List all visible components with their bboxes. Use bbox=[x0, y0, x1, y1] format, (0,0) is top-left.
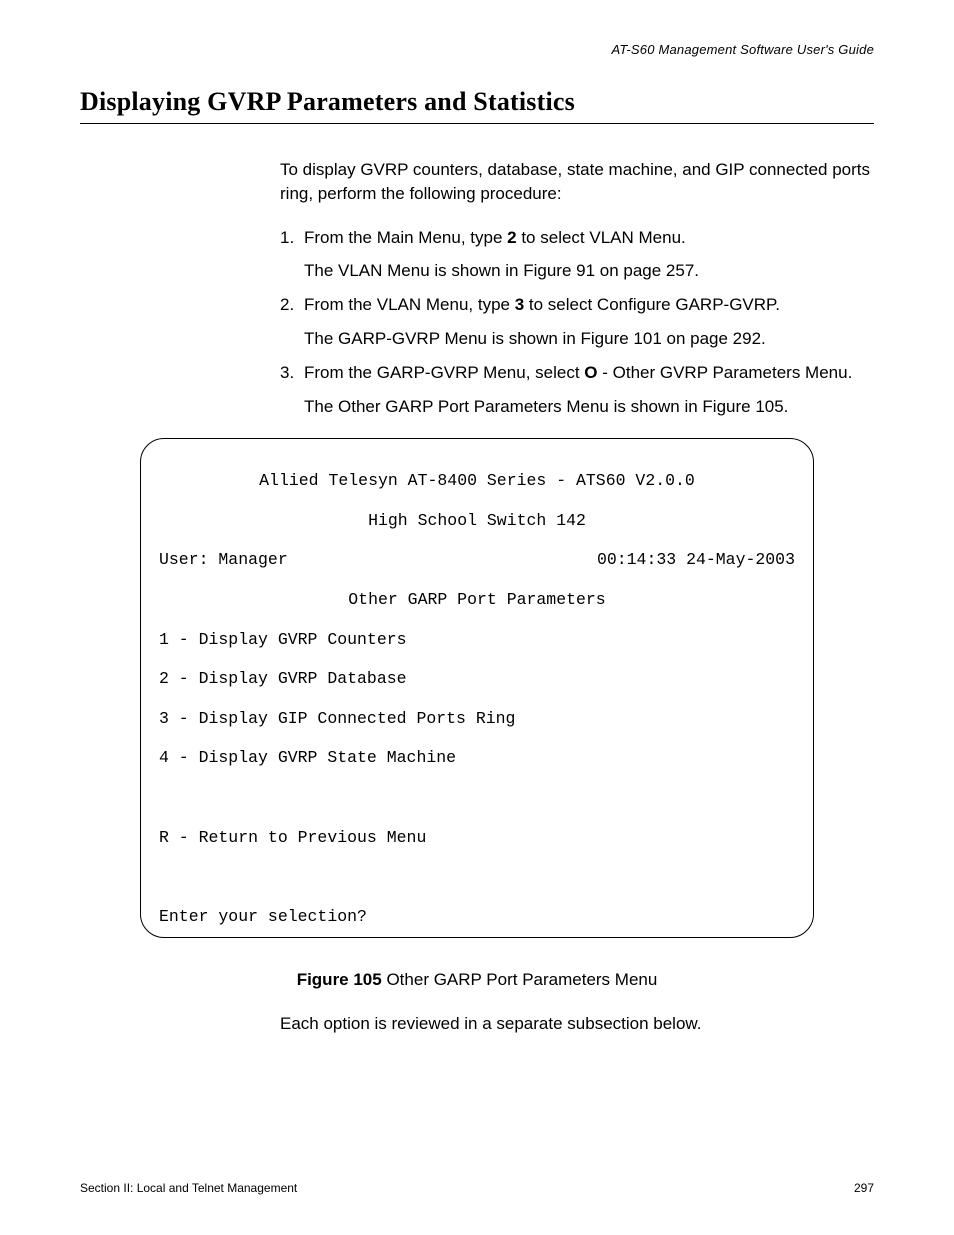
step-sub: The GARP-GVRP Menu is shown in Figure 10… bbox=[304, 327, 874, 351]
step-body: From the GARP-GVRP Menu, select O - Othe… bbox=[304, 361, 874, 419]
figure-text: Other GARP Port Parameters Menu bbox=[382, 970, 658, 989]
step-body: From the VLAN Menu, type 3 to select Con… bbox=[304, 293, 874, 351]
step-sub: The Other GARP Port Parameters Menu is s… bbox=[304, 395, 874, 419]
body-content: To display GVRP counters, database, stat… bbox=[80, 158, 874, 418]
step-key: O bbox=[584, 363, 597, 382]
terminal-option: 2 - Display GVRP Database bbox=[159, 669, 795, 689]
step-key: 2 bbox=[507, 228, 516, 247]
intro-paragraph: To display GVRP counters, database, stat… bbox=[280, 158, 874, 206]
step-text-before: From the VLAN Menu, type bbox=[304, 295, 515, 314]
header-text: AT-S60 Management Software User's Guide bbox=[80, 42, 874, 57]
page-footer: Section II: Local and Telnet Management … bbox=[80, 1181, 874, 1195]
step-body: From the Main Menu, type 2 to select VLA… bbox=[304, 226, 874, 284]
step-number: 1. bbox=[280, 226, 304, 284]
terminal-option: 4 - Display GVRP State Machine bbox=[159, 748, 795, 768]
step-text-after: - Other GVRP Parameters Menu. bbox=[598, 363, 853, 382]
step-number: 3. bbox=[280, 361, 304, 419]
step-text-before: From the Main Menu, type bbox=[304, 228, 507, 247]
terminal-datetime: 00:14:33 24-May-2003 bbox=[597, 550, 795, 570]
terminal-blank bbox=[159, 867, 795, 887]
terminal-blank bbox=[159, 788, 795, 808]
terminal-title2: High School Switch 142 bbox=[159, 511, 795, 531]
step-2: 2. From the VLAN Menu, type 3 to select … bbox=[280, 293, 874, 351]
terminal-option: 1 - Display GVRP Counters bbox=[159, 630, 795, 650]
step-key: 3 bbox=[515, 295, 524, 314]
section-title: Displaying GVRP Parameters and Statistic… bbox=[80, 87, 874, 124]
terminal-subtitle: Other GARP Port Parameters bbox=[159, 590, 795, 610]
terminal-screen: Allied Telesyn AT-8400 Series - ATS60 V2… bbox=[140, 438, 814, 937]
figure-caption: Figure 105 Other GARP Port Parameters Me… bbox=[80, 970, 874, 990]
step-sub: The VLAN Menu is shown in Figure 91 on p… bbox=[304, 259, 874, 283]
step-1: 1. From the Main Menu, type 2 to select … bbox=[280, 226, 874, 284]
step-number: 2. bbox=[280, 293, 304, 351]
terminal-prompt: Enter your selection? bbox=[159, 907, 795, 927]
terminal-option: 3 - Display GIP Connected Ports Ring bbox=[159, 709, 795, 729]
footer-left: Section II: Local and Telnet Management bbox=[80, 1181, 297, 1195]
step-text-after: to select Configure GARP-GVRP. bbox=[524, 295, 780, 314]
step-text-before: From the GARP-GVRP Menu, select bbox=[304, 363, 584, 382]
figure-label: Figure 105 bbox=[297, 970, 382, 989]
terminal-return: R - Return to Previous Menu bbox=[159, 828, 795, 848]
terminal-user-row: User: Manager 00:14:33 24-May-2003 bbox=[159, 550, 795, 570]
terminal-title1: Allied Telesyn AT-8400 Series - ATS60 V2… bbox=[159, 471, 795, 491]
page: AT-S60 Management Software User's Guide … bbox=[0, 0, 954, 1235]
terminal-user: User: Manager bbox=[159, 550, 288, 570]
closing-paragraph: Each option is reviewed in a separate su… bbox=[80, 1014, 874, 1034]
step-text-after: to select VLAN Menu. bbox=[517, 228, 686, 247]
footer-right: 297 bbox=[854, 1181, 874, 1195]
step-3: 3. From the GARP-GVRP Menu, select O - O… bbox=[280, 361, 874, 419]
